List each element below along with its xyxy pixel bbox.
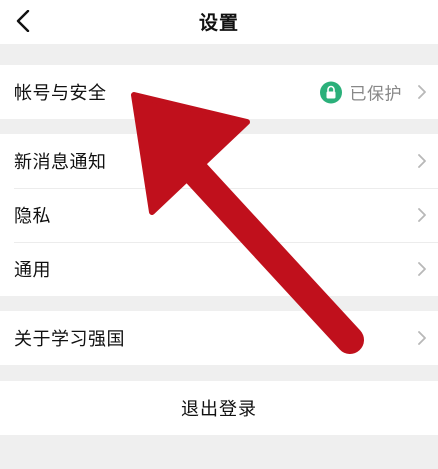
status-text: 已保护 (349, 84, 402, 105)
settings-item-label: 隐私 (14, 206, 51, 227)
about-group: 关于学习强国 (0, 311, 438, 365)
chevron-right-icon (418, 85, 426, 99)
chevron-right-icon (418, 331, 426, 345)
settings-item-label: 关于学习强国 (14, 329, 125, 350)
settings-item-label: 帐号与安全 (14, 83, 107, 104)
settings-item-about[interactable]: 关于学习强国 (0, 311, 438, 365)
protection-status: 已保护 (319, 80, 403, 105)
settings-item-label: 通用 (14, 260, 51, 281)
logout-label: 退出登录 (181, 399, 257, 420)
nav-header: 设置 (0, 0, 438, 44)
logout-button[interactable]: 退出登录 (0, 381, 438, 435)
settings-item-label: 新消息通知 (14, 152, 107, 173)
settings-item-general[interactable]: 通用 (0, 242, 438, 296)
chevron-right-icon (418, 262, 426, 276)
page-title: 设置 (198, 12, 239, 34)
account-group: 帐号与安全 已保护 (0, 65, 438, 119)
chevron-right-icon (418, 208, 426, 222)
general-settings-group: 新消息通知 隐私 通用 (0, 134, 438, 296)
lock-icon (319, 81, 342, 103)
settings-item-privacy[interactable]: 隐私 (0, 188, 438, 242)
settings-item-new-message-notification[interactable]: 新消息通知 (0, 134, 438, 188)
settings-item-account-security[interactable]: 帐号与安全 已保护 (0, 65, 438, 119)
chevron-right-icon (418, 154, 426, 168)
